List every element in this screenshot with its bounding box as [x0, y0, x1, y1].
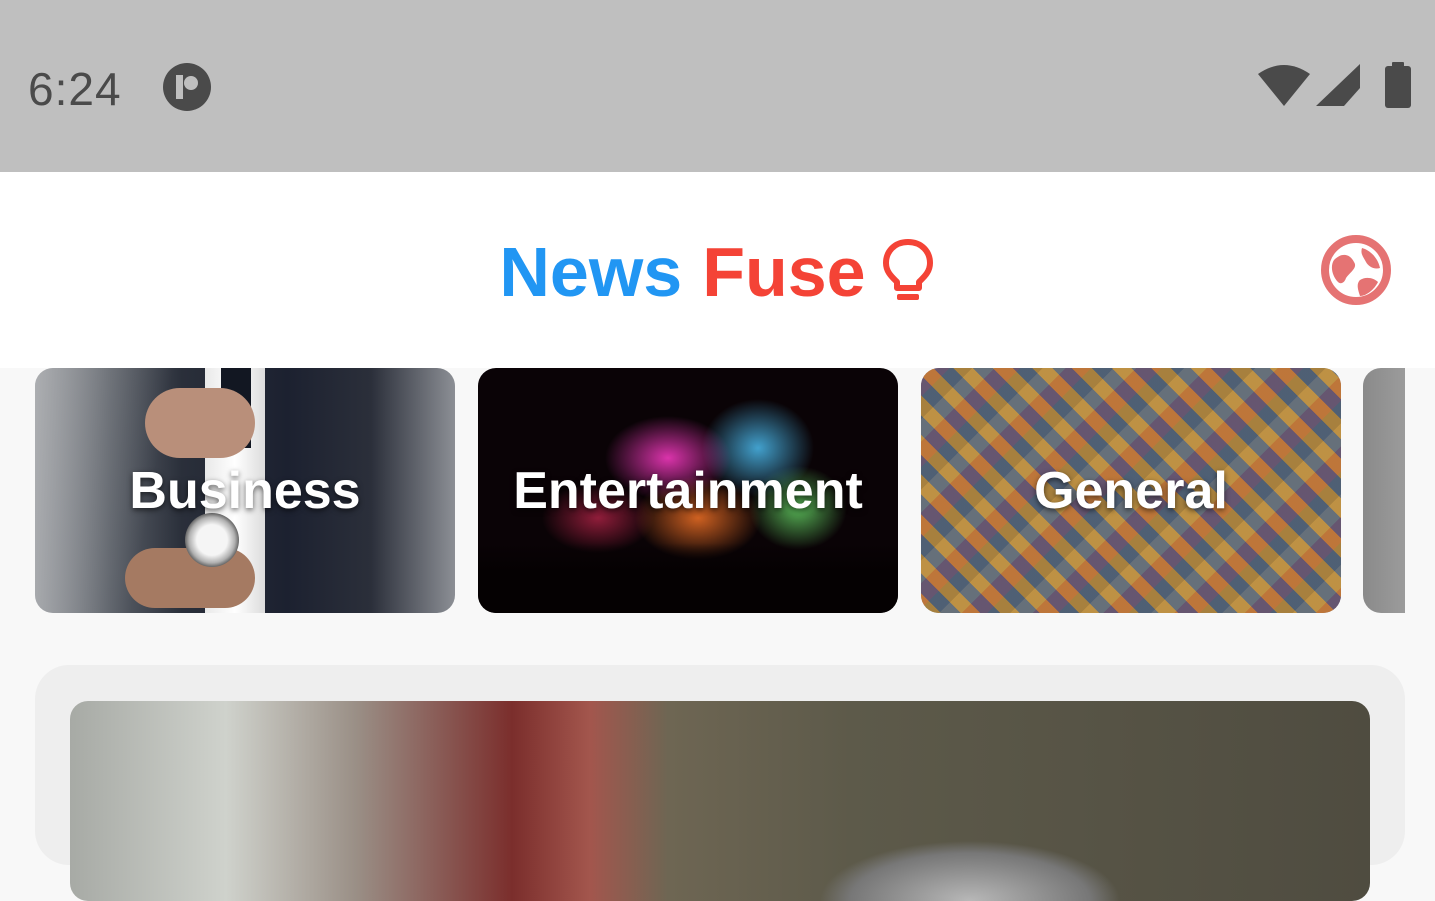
app-bar: News Fuse [0, 172, 1435, 368]
cellular-signal-icon [1316, 64, 1360, 106]
title-fuse: Fuse [702, 233, 866, 311]
battery-icon [1385, 62, 1411, 108]
app-title: News Fuse [0, 232, 1435, 312]
wifi-icon [1258, 65, 1310, 106]
category-carousel[interactable]: Business Entertainment General [35, 368, 1405, 613]
lightbulb-icon [882, 239, 933, 300]
news-article-card[interactable] [35, 665, 1405, 901]
globe-icon[interactable] [1320, 234, 1392, 306]
status-time: 6:24 [28, 63, 122, 115]
status-bar: 6:24 [0, 0, 1435, 172]
category-label-general: General [1034, 461, 1228, 520]
app-notification-icon [163, 63, 211, 111]
article-image [70, 701, 1370, 901]
category-card-entertainment[interactable]: Entertainment [478, 368, 898, 613]
category-label-business: Business [129, 461, 361, 520]
category-card-business[interactable]: Business [35, 368, 455, 613]
category-label-entertainment: Entertainment [513, 461, 863, 520]
title-news: News [499, 233, 683, 311]
category-label-next [1363, 368, 1405, 613]
category-card-next[interactable] [1363, 368, 1405, 613]
category-card-general[interactable]: General [921, 368, 1341, 613]
